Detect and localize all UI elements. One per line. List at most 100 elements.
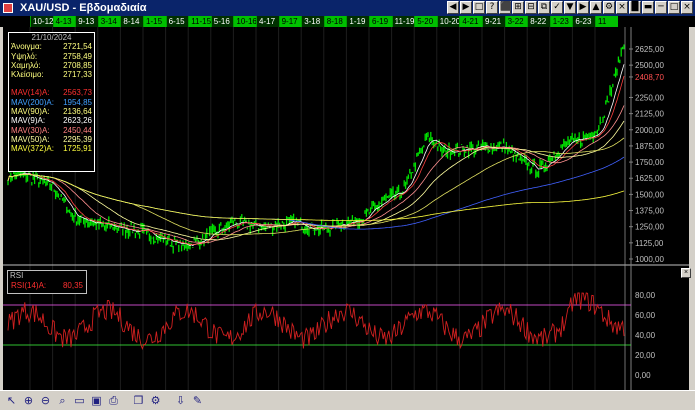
price-tick-label: 1625,00 xyxy=(635,174,664,183)
info-row: Χαμηλό: 2708,85 xyxy=(11,60,92,70)
ruler-tick: 11-15 xyxy=(188,16,211,27)
ohlc-list: Άνοιγμα: 2721,54 Υψηλό: 2758,49 Χαμηλό: 2708,… xyxy=(9,42,94,79)
title-button[interactable]: ✓ xyxy=(551,1,563,14)
ruler-tick: 6-15 xyxy=(165,16,189,27)
ruler-tick: 11-19 xyxy=(391,16,414,27)
title-button[interactable]: □ xyxy=(668,1,680,14)
rsi-label: RSI(14)A: xyxy=(11,281,47,290)
price-tick-label: 2500,00 xyxy=(635,61,664,70)
ruler-tick: 9-17 xyxy=(278,16,302,27)
info-row: MAV(200)A: 1954,85 xyxy=(11,97,92,107)
settings-icon[interactable]: ⚙ xyxy=(148,393,163,408)
zoom-out-icon[interactable]: ⊖ xyxy=(38,393,53,408)
info-row: MAV(14)A: 2563,73 xyxy=(11,88,92,98)
ruler-tick: 9-13 xyxy=(75,16,98,27)
draw-icon[interactable]: ✎ xyxy=(190,393,205,408)
rsi-value: 80,35 xyxy=(62,281,83,290)
title-button[interactable]: □ xyxy=(473,1,485,14)
ruler-tick: 10-20 xyxy=(436,16,460,27)
title-button[interactable]: █ xyxy=(629,1,641,14)
ruler-tick: 1-15 xyxy=(143,16,166,27)
title-button[interactable]: ⬛ xyxy=(499,1,511,14)
title-buttons: ◀ ▶ □? ⬛ ⊞ ⊟ ⧉ ✓ ▼ ▶ ▲ ⚙ × █ ▬ ─ □ × xyxy=(447,1,693,15)
title-button[interactable]: ⊟ xyxy=(525,1,537,14)
ruler-tick: 10-16 xyxy=(233,16,257,27)
info-box: 21/10/2024 Άνοιγμα: 2721,54 Υψηλό: 2758,49 Χ… xyxy=(8,32,95,172)
export-icon[interactable]: ⇩ xyxy=(173,393,188,408)
title-button[interactable]: ⊞ xyxy=(512,1,524,14)
title-button[interactable]: ⚙ xyxy=(603,1,615,14)
copy-icon[interactable]: ❐ xyxy=(131,393,146,408)
app-icon xyxy=(3,3,13,13)
ruler-tick: 6-23 xyxy=(572,16,595,27)
ruler-tick: 3-18 xyxy=(301,16,324,27)
price-tick-label: 2625,00 xyxy=(635,45,664,54)
ruler-tick: 1-23 xyxy=(549,16,573,27)
rsi-tick-label: 80,00 xyxy=(635,291,656,300)
ruler-tick: 4-21 xyxy=(459,16,482,27)
title-button[interactable]: ─ xyxy=(655,1,667,14)
zoom-in-icon[interactable]: ⊕ xyxy=(21,393,36,408)
info-date: 21/10/2024 xyxy=(31,33,72,42)
ruler-tick: 4-13 xyxy=(52,16,76,27)
price-tick-label: 2000,00 xyxy=(635,126,664,135)
chart-area[interactable]: 2625,00 2500,00 2408,70 2250,00 2125,00 2000,… xyxy=(3,27,689,395)
save-icon[interactable]: ▣ xyxy=(89,393,104,408)
price-tick-label: 2250,00 xyxy=(635,93,664,102)
price-tick-label: 2408,70 xyxy=(635,73,664,82)
title-bar: XAU/USD - Εβδομαδιαία ◀ ▶ □? ⬛ ⊞ ⊟ ⧉ ✓ ▼ ▶ ▲ ⚙ × █ ▬ ─ □… xyxy=(0,0,695,16)
ruler-tick: 4-17 xyxy=(256,16,279,27)
ruler-tick: 1-19 xyxy=(346,16,369,27)
title-button[interactable]: ▶ xyxy=(577,1,589,14)
info-row: Άνοιγμα: 2721,54 xyxy=(11,42,92,52)
price-tick-label: 2125,00 xyxy=(635,110,664,119)
price-tick-label: 1875,00 xyxy=(635,142,664,151)
price-tick-label: 1750,00 xyxy=(635,158,664,167)
price-tick-label: 1250,00 xyxy=(635,223,664,232)
price-tick-label: 1500,00 xyxy=(635,190,664,199)
ruler-tick: 3-14 xyxy=(97,16,121,27)
mav-list: MAV(14)A: 2563,73 MAV(200)A: 1954,85 MAV(90)… xyxy=(9,88,94,153)
rsi-line xyxy=(7,292,625,351)
ruler-tick: 5-16 xyxy=(210,16,234,27)
rsi-legend: RSI RSI(14)A: 80,35 xyxy=(7,270,87,294)
print-icon[interactable]: ⎙ xyxy=(106,393,121,408)
title-button[interactable]: ▲ xyxy=(590,1,602,14)
title-button[interactable]: ▬ xyxy=(642,1,654,14)
title-button[interactable]: ◀ xyxy=(447,1,459,14)
title-button[interactable]: × xyxy=(616,1,628,14)
rsi-tick-label: 20,00 xyxy=(635,351,656,360)
mav-line xyxy=(7,173,625,222)
collapse-icon[interactable]: × xyxy=(681,268,691,278)
info-row: MAV(30)A: 2450,44 xyxy=(11,125,92,135)
price-tick-label: 1125,00 xyxy=(635,239,664,248)
price-tick-label: 1375,00 xyxy=(635,207,664,216)
ruler-tick: 3-22 xyxy=(504,16,528,27)
rsi-title: RSI xyxy=(10,271,24,280)
ruler-tick: 6-19 xyxy=(369,16,392,27)
open-icon[interactable]: ▭ xyxy=(72,393,87,408)
bottom-toolbar: ↖ ⊕ ⊖ ⌕ ▭ ▣ ⎙ ❐ ⚙ ⇩ ✎ xyxy=(0,390,695,410)
title-button[interactable]: ▼ xyxy=(564,1,576,14)
info-row: MAV(90)A: 2136,64 xyxy=(11,107,92,117)
title-button[interactable]: ⧉ xyxy=(538,1,550,14)
title-button[interactable]: ? xyxy=(486,1,498,14)
ruler-tick: 10-12 xyxy=(30,16,53,27)
rsi-tick-label: 40,00 xyxy=(635,331,656,340)
ruler-tick: 11 xyxy=(595,16,618,27)
ruler-tick: 8-22 xyxy=(527,16,550,27)
info-row: MAV(50)A: 2295,39 xyxy=(11,134,92,144)
info-row: MAV(9)A: 2623,26 xyxy=(11,116,92,126)
title-button[interactable]: × xyxy=(681,1,693,14)
rsi-tick-label: 60,00 xyxy=(635,311,656,320)
window-title: XAU/USD - Εβδομαδιαία xyxy=(20,2,147,14)
title-button[interactable]: ▶ xyxy=(460,1,472,14)
cursor-icon[interactable]: ↖ xyxy=(4,393,19,408)
search-icon[interactable]: ⌕ xyxy=(55,393,70,408)
price-tick-label: 1000,00 xyxy=(635,255,664,264)
ruler-tick: 5-20 xyxy=(414,16,437,27)
app-window: XAU/USD - Εβδομαδιαία ◀ ▶ □? ⬛ ⊞ ⊟ ⧉ ✓ ▼ ▶ ▲ ⚙ × █ ▬ ─ □… xyxy=(0,0,695,410)
date-ruler: 10-12 4-13 9-13 3-14 8-14 1-15 6-15 11-15 5-16 10… xyxy=(0,16,695,27)
chart-svg: 2625,00 2500,00 2408,70 2250,00 2125,00 2000,… xyxy=(3,27,689,395)
ruler-tick: 8-14 xyxy=(120,16,143,27)
